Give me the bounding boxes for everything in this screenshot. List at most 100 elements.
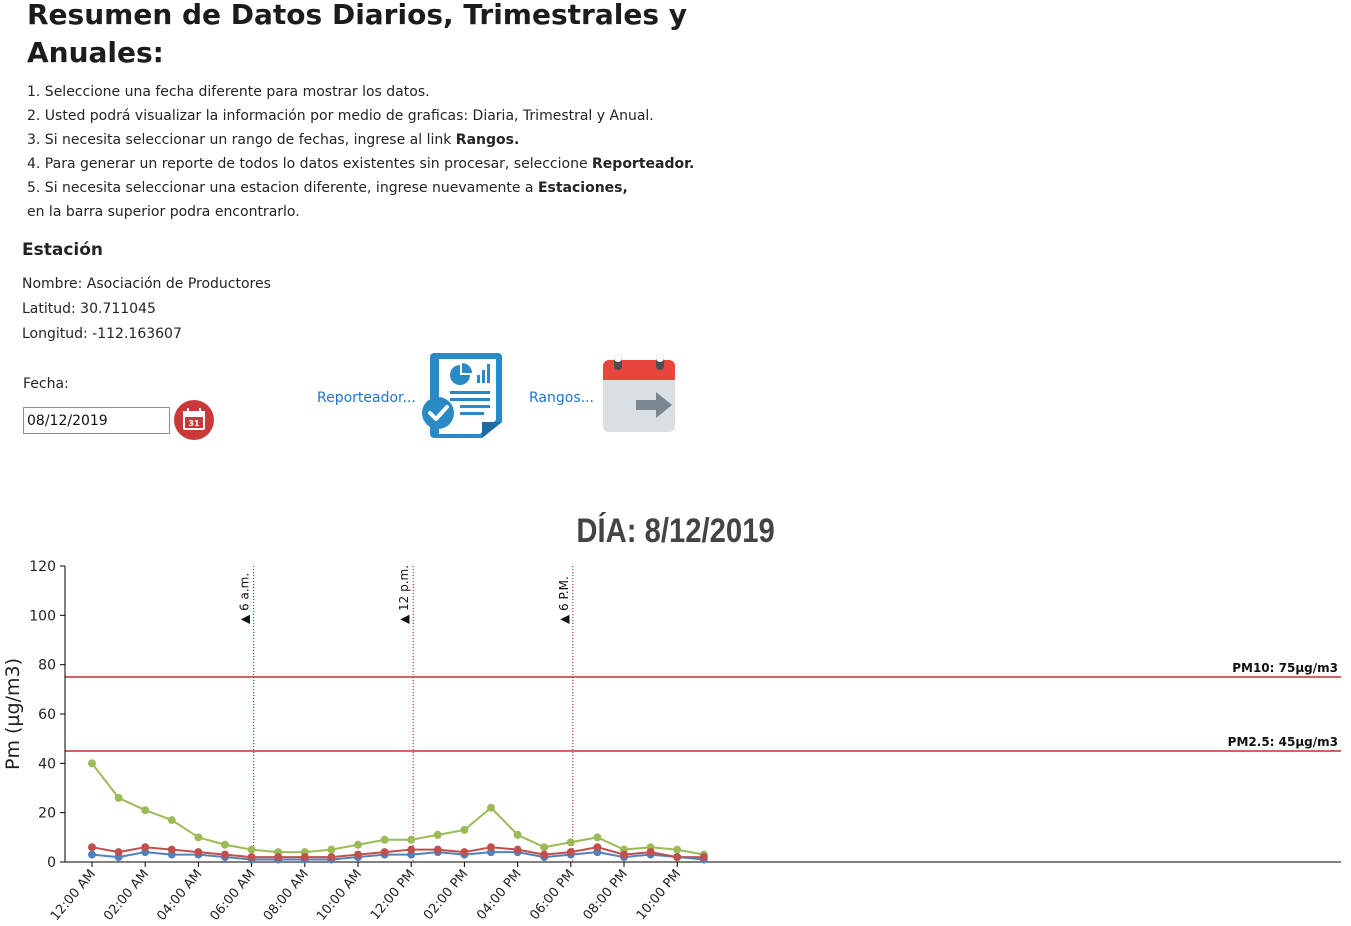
report-link[interactable]: Reporteador... xyxy=(317,390,416,406)
x-tick-label: 06:00 PM xyxy=(527,867,577,923)
daily-pm-chart: PM10: 75µg/m3 PM2.5: 45µg/m3 ▲ 6 a.m. ▲ 12… xyxy=(2,559,1341,924)
data-point xyxy=(88,850,96,859)
data-point xyxy=(433,845,442,854)
threshold-label: PM2.5: 45µg/m3 xyxy=(1228,735,1338,749)
data-point xyxy=(407,845,416,854)
y-axis-label: Pm (µg/m3) xyxy=(2,658,24,770)
data-point xyxy=(460,825,469,834)
data-point xyxy=(88,843,96,852)
x-tick-label: 02:00 PM xyxy=(421,867,471,923)
data-point xyxy=(221,840,229,849)
data-point xyxy=(354,840,362,849)
data-point xyxy=(194,848,203,857)
instruction-text: 5. Si necesita seleccionar una estacion … xyxy=(27,180,538,196)
report-document-icon xyxy=(422,353,502,438)
ranges-link[interactable]: Rangos... xyxy=(529,390,594,406)
chart-series xyxy=(88,759,708,864)
data-point xyxy=(593,843,602,852)
data-point xyxy=(433,830,442,839)
instruction-bold: Reporteador. xyxy=(592,156,695,172)
series-line xyxy=(91,851,704,861)
data-point xyxy=(167,845,176,854)
data-point xyxy=(513,830,522,839)
x-tick-label: 02:00 AM xyxy=(101,867,152,924)
data-point xyxy=(540,850,549,859)
x-tick-label: 08:00 PM xyxy=(581,867,631,923)
instruction-text: 3. Si necesita seleccionar un rango de f… xyxy=(27,132,456,148)
instruction-bold: Estaciones, xyxy=(537,180,628,196)
y-tick-label: 100 xyxy=(29,608,56,624)
x-tick-label: 04:00 PM xyxy=(474,867,524,923)
data-point xyxy=(300,853,309,862)
data-point xyxy=(167,816,176,825)
data-point xyxy=(114,848,123,857)
date-input[interactable] xyxy=(23,407,170,434)
instruction-5: 5. Si necesita seleccionar una estacion … xyxy=(27,176,787,200)
station-longitude: Longitud: -112.163607 xyxy=(22,326,182,342)
instruction-3: 3. Si necesita seleccionar un rango de f… xyxy=(27,128,787,152)
y-tick-label: 40 xyxy=(38,756,56,772)
station-latitude: Latitud: 30.711045 xyxy=(22,301,156,317)
data-point xyxy=(566,848,575,857)
calendar-day: 31 xyxy=(188,419,200,428)
data-point xyxy=(221,850,229,859)
instruction-4: 4. Para generar un reporte de todos lo d… xyxy=(27,152,787,176)
x-tick-label: 12:00 AM xyxy=(48,867,99,924)
threshold-lines: PM10: 75µg/m3 PM2.5: 45µg/m3 xyxy=(65,661,1341,752)
series-line xyxy=(91,762,704,856)
threshold-label: PM10: 75µg/m3 xyxy=(1232,661,1338,675)
data-point xyxy=(274,853,283,862)
chart-title: DÍA: 8/12/2019 xyxy=(576,512,775,550)
report-button[interactable] xyxy=(420,350,508,440)
data-point xyxy=(487,803,495,812)
data-point xyxy=(646,848,655,857)
instructions-list: 1. Seleccione una fecha diferente para m… xyxy=(27,80,787,224)
calendar-arrow-icon xyxy=(603,354,675,432)
x-tick-label: 08:00 AM xyxy=(261,867,312,924)
data-point xyxy=(673,853,682,862)
y-tick-label: 20 xyxy=(38,806,56,822)
ranges-button[interactable] xyxy=(600,352,678,434)
y-tick-label: 120 xyxy=(29,559,56,575)
data-point xyxy=(540,843,549,852)
instruction-bold: Rangos. xyxy=(455,132,520,148)
data-point xyxy=(699,853,708,862)
time-markers: ▲ 6 a.m. ▲ 12 p.m. ▲ 6 P.M. xyxy=(238,565,574,862)
data-point xyxy=(141,843,150,852)
data-point xyxy=(460,848,469,857)
calendar-button[interactable]: 31 xyxy=(173,399,215,441)
station-title: Estación xyxy=(22,240,104,260)
data-point xyxy=(513,845,522,854)
x-tick-label: 04:00 AM xyxy=(154,867,205,924)
data-point xyxy=(487,843,495,852)
date-label: Fecha: xyxy=(23,376,69,392)
x-tick-label: 10:00 PM xyxy=(634,867,684,923)
x-tick-label: 06:00 AM xyxy=(208,867,259,924)
x-tick-label: 12:00 PM xyxy=(368,867,418,923)
instruction-text: en la barra superior podra encontrarlo. xyxy=(27,204,300,220)
station-name: Nombre: Asociación de Productores xyxy=(22,276,271,292)
instruction-6: en la barra superior podra encontrarlo. xyxy=(27,200,787,224)
y-tick-label: 0 xyxy=(47,855,56,871)
calendar-icon: 31 xyxy=(174,400,214,440)
data-point xyxy=(566,838,575,847)
data-point xyxy=(354,850,362,859)
data-point xyxy=(593,833,602,842)
data-point xyxy=(327,845,336,854)
station-info: Nombre: Asociación de Productores Latitu… xyxy=(22,272,271,347)
x-tick-label: 10:00 AM xyxy=(314,867,365,924)
instruction-text: 2. Usted podrá visualizar la información… xyxy=(27,108,654,124)
time-marker-label: ▲ 6 P.M. xyxy=(557,576,571,624)
data-point xyxy=(407,835,416,844)
instruction-text: 1. Seleccione una fecha diferente para m… xyxy=(27,84,430,100)
time-marker-label: ▲ 6 a.m. xyxy=(238,573,252,624)
instruction-text: 4. Para generar un reporte de todos lo d… xyxy=(27,156,593,172)
data-point xyxy=(141,806,150,815)
data-point xyxy=(88,759,96,768)
instruction-1: 1. Seleccione una fecha diferente para m… xyxy=(27,80,787,104)
instruction-2: 2. Usted podrá visualizar la información… xyxy=(27,104,787,128)
page-title: Resumen de Datos Diarios, Trimestrales y… xyxy=(27,0,687,69)
data-point xyxy=(327,853,336,862)
data-point xyxy=(380,835,389,844)
y-tick-label: 80 xyxy=(38,658,56,674)
